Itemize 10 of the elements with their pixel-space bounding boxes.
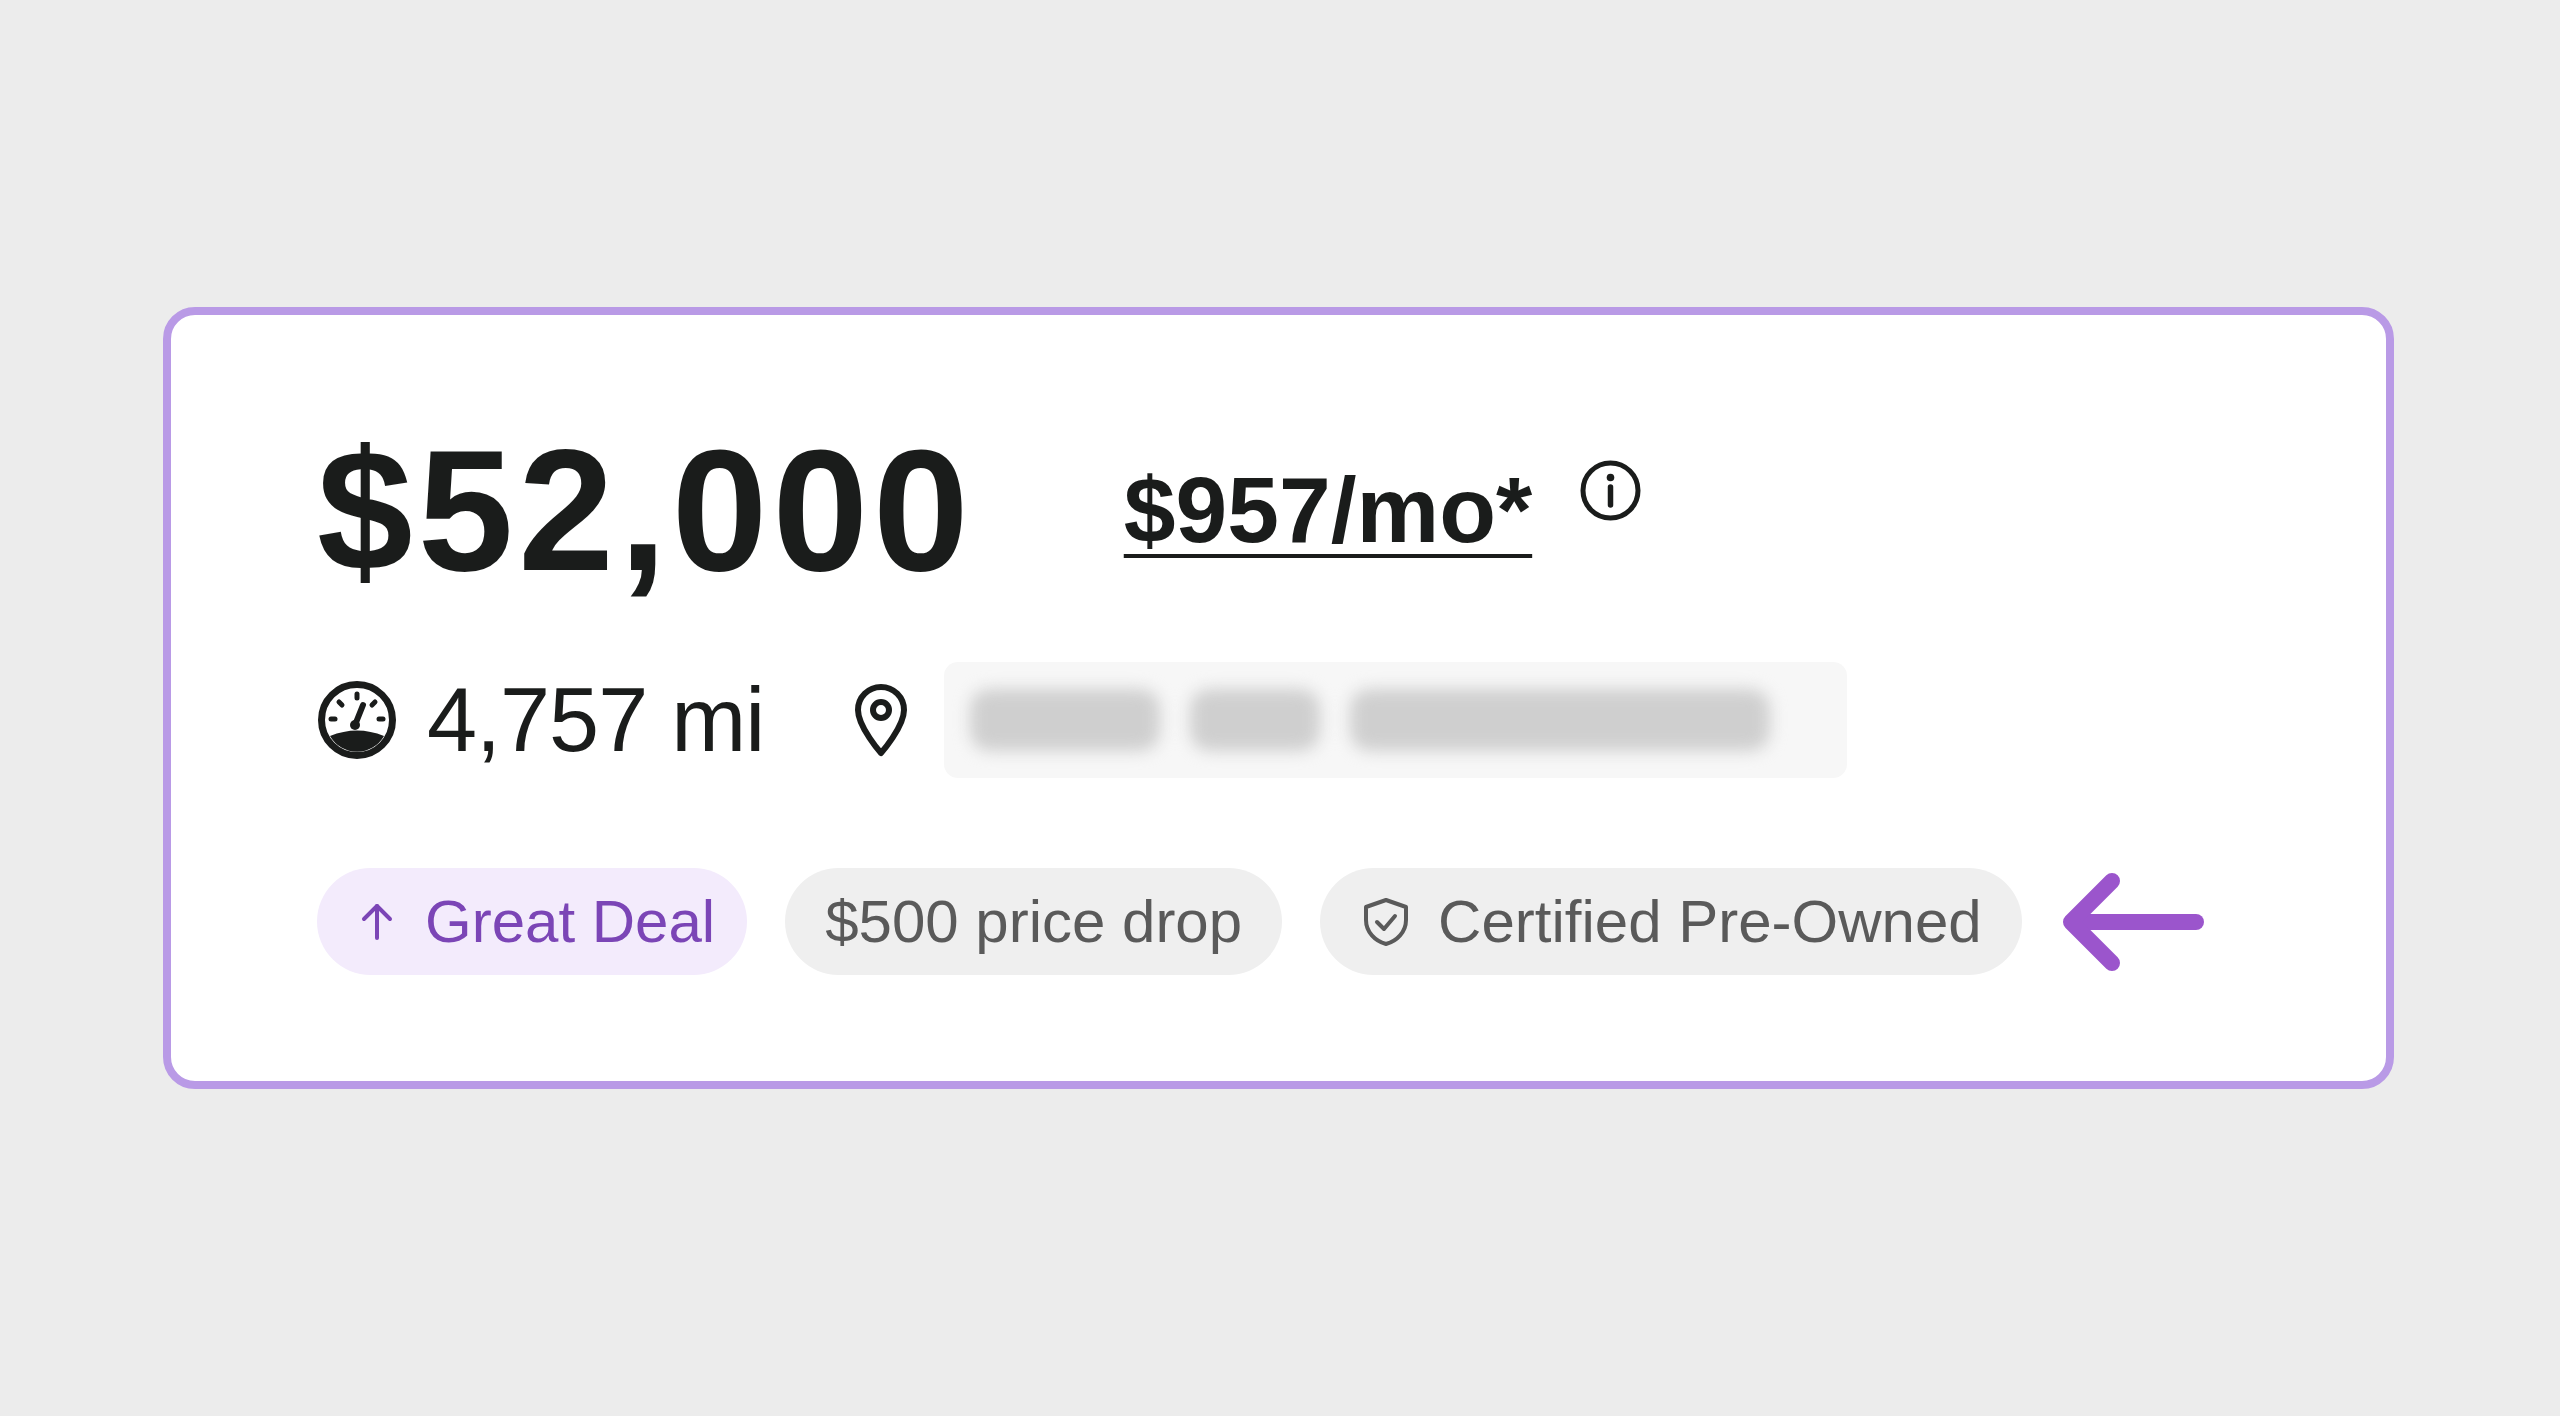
badge: Great Deal: [317, 868, 748, 975]
monthly-payment-link[interactable]: $957/mo*: [1123, 458, 1533, 562]
badge: $500 price drop: [785, 868, 1283, 975]
info-icon[interactable]: [1580, 459, 1642, 521]
location-pin-icon: [854, 683, 909, 757]
price: $52,000: [317, 424, 974, 596]
shield-check-icon: [1364, 897, 1409, 946]
speedometer-icon: [317, 681, 397, 759]
mileage: 4,757 mi: [427, 670, 765, 770]
badge: Certified Pre-Owned: [1320, 868, 2022, 975]
